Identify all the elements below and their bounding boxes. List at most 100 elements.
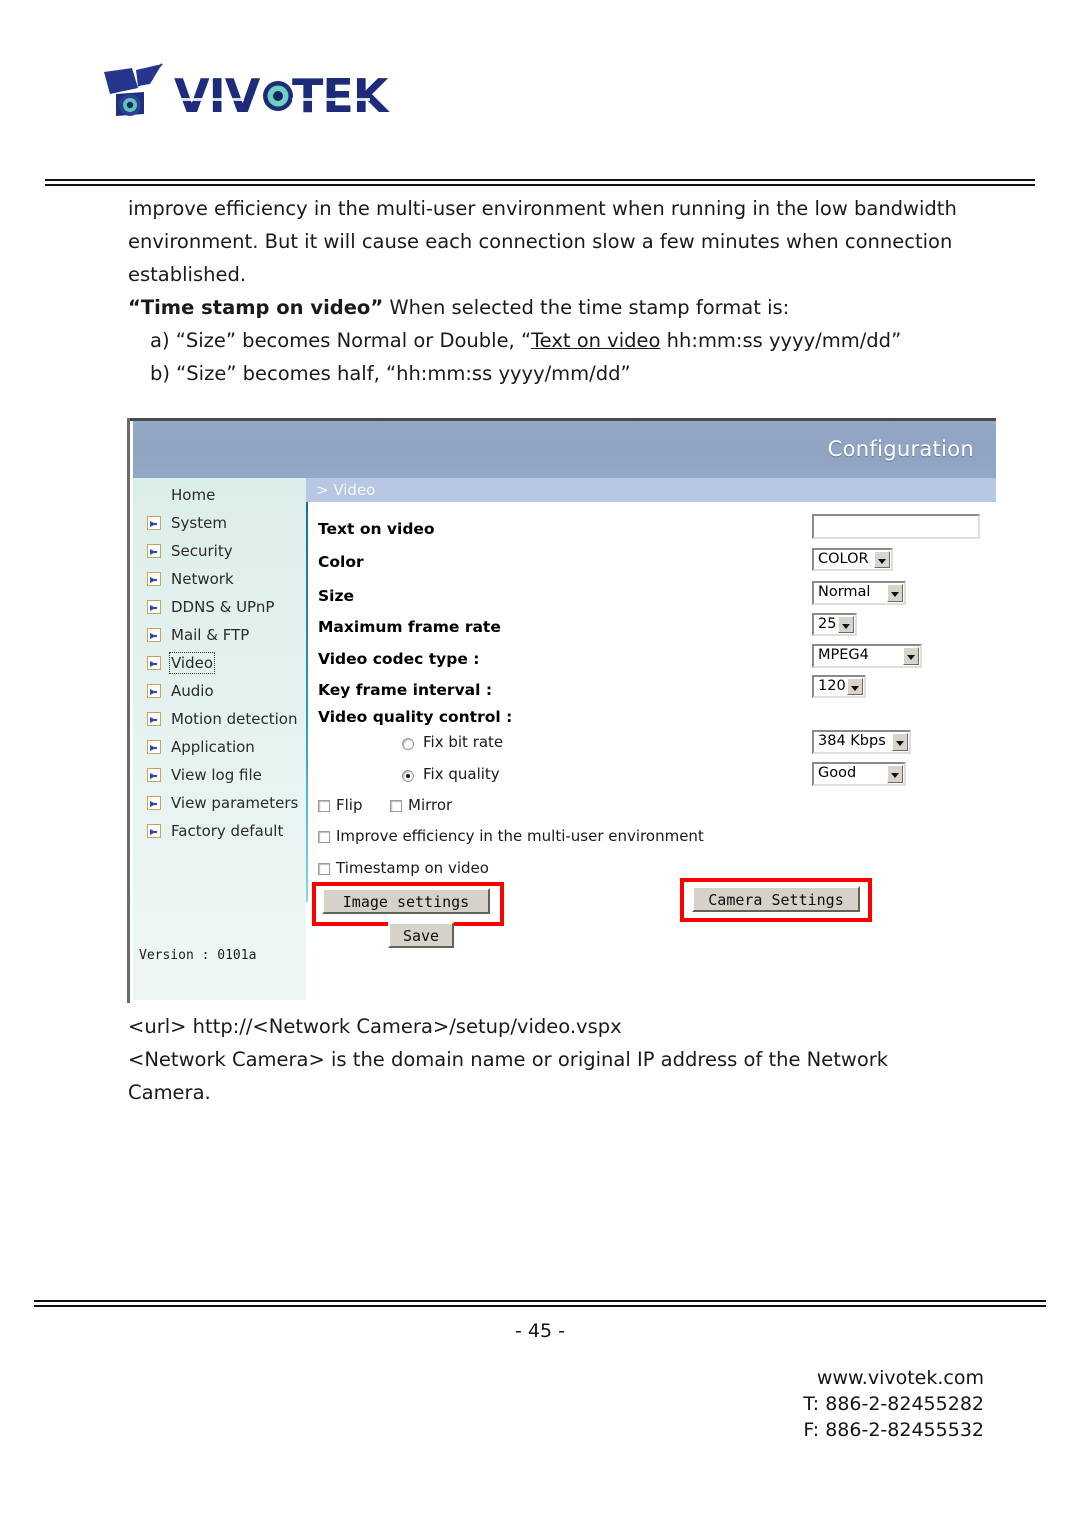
url-notes: <url> http://<Network Camera>/setup/vide… bbox=[128, 1010, 1008, 1109]
sidebar-item-label: System bbox=[171, 514, 227, 532]
arrow-right-icon bbox=[147, 516, 161, 530]
mirror-label: Mirror bbox=[408, 796, 453, 814]
mirror-checkbox[interactable] bbox=[390, 800, 402, 812]
key-frame-interval-select[interactable]: 120 bbox=[812, 675, 866, 698]
sidebar-item-label: View parameters bbox=[171, 794, 299, 812]
text-on-video-input[interactable] bbox=[812, 514, 980, 539]
sidebar-item-label: View log file bbox=[171, 766, 262, 784]
improve-efficiency-checkbox[interactable] bbox=[318, 831, 330, 843]
timestamp-on-video-checkbox[interactable] bbox=[318, 863, 330, 875]
flip-label: Flip bbox=[336, 796, 363, 814]
arrow-right-icon bbox=[147, 600, 161, 614]
footer-fax: F: 886-2-82455532 bbox=[803, 1419, 984, 1441]
image-settings-button-label: Image settings bbox=[342, 893, 470, 911]
max-frame-rate-label: Maximum frame rate bbox=[318, 618, 501, 636]
url-note-line-2: <Network Camera> is the domain name or o… bbox=[128, 1048, 889, 1071]
video-codec-type-select[interactable]: MPEG4 bbox=[812, 644, 922, 668]
page-number: - 45 - bbox=[515, 1320, 565, 1342]
arrow-right-icon bbox=[147, 684, 161, 698]
breadcrumb-bar: > Video bbox=[306, 478, 996, 502]
format-item-a-pre: a) “Size” becomes Normal or Double, “ bbox=[150, 329, 532, 352]
image-settings-button[interactable]: Image settings bbox=[322, 888, 490, 914]
video-codec-type-value: MPEG4 bbox=[818, 647, 869, 663]
size-select[interactable]: Normal bbox=[812, 581, 906, 605]
max-frame-rate-value: 25 bbox=[818, 616, 837, 632]
sidebar-item-label: Security bbox=[171, 542, 233, 560]
timestamp-on-video-label: Timestamp on video bbox=[336, 859, 489, 877]
size-label: Size bbox=[318, 587, 355, 605]
video-codec-type-label: Video codec type : bbox=[318, 650, 480, 668]
breadcrumb-label: > Video bbox=[316, 481, 376, 499]
fix-bit-rate-radio[interactable] bbox=[402, 738, 414, 750]
format-item-a: a) “Size” becomes Normal or Double, “Tex… bbox=[150, 324, 1008, 357]
chevron-down-icon[interactable] bbox=[887, 765, 903, 783]
flip-checkbox[interactable] bbox=[318, 800, 330, 812]
arrow-right-icon bbox=[147, 656, 161, 670]
header-rule-bottom bbox=[45, 184, 1035, 186]
arrow-right-icon bbox=[147, 740, 161, 754]
chevron-down-icon[interactable] bbox=[887, 584, 903, 602]
arrow-right-icon bbox=[147, 796, 161, 810]
format-item-a-post: hh:mm:ss yyyy/mm/dd” bbox=[660, 329, 902, 352]
timestamp-heading-line: “Time stamp on video” When selected the … bbox=[128, 291, 1008, 324]
paragraph-line-2: environment. But it will cause each conn… bbox=[128, 230, 953, 253]
footer-rule-top bbox=[34, 1300, 1046, 1302]
fix-bit-rate-label: Fix bit rate bbox=[423, 733, 504, 751]
video-settings-form: Text on video Color COLOR Size Normal Ma… bbox=[312, 504, 992, 974]
vivotek-logo: VIV TEK bbox=[92, 62, 452, 132]
color-select[interactable]: COLOR bbox=[812, 548, 893, 571]
fix-quality-value: Good bbox=[818, 765, 857, 781]
sidebar-item-label: Application bbox=[171, 738, 255, 756]
chevron-down-icon[interactable] bbox=[874, 551, 890, 568]
fix-bit-rate-select[interactable]: 384 Kbps bbox=[812, 730, 911, 754]
sidebar-item-label: Home bbox=[171, 486, 216, 504]
embedded-config-screenshot: Configuration > Video Home System Securi… bbox=[127, 418, 996, 1003]
fix-quality-select[interactable]: Good bbox=[812, 762, 906, 786]
url-note-line-1: <url> http://<Network Camera>/setup/vide… bbox=[128, 1015, 622, 1038]
config-sidebar: Home System Security Network DDNS & UPnP… bbox=[133, 478, 306, 1000]
footer-rule-bottom bbox=[34, 1305, 1046, 1307]
improve-efficiency-label: Improve efficiency in the multi-user env… bbox=[336, 827, 704, 845]
svg-text:TEK: TEK bbox=[292, 69, 391, 123]
chevron-down-icon[interactable] bbox=[903, 647, 919, 665]
sidebar-item-label: DDNS & UPnP bbox=[171, 598, 275, 616]
vivotek-logo-icon: VIV TEK bbox=[104, 63, 392, 123]
paragraph-line-3: established. bbox=[128, 263, 247, 286]
firmware-version-label: Version : 0101a bbox=[139, 948, 257, 963]
chevron-down-icon[interactable] bbox=[892, 733, 908, 751]
color-label: Color bbox=[318, 553, 364, 571]
sidebar-item-label: Network bbox=[171, 570, 234, 588]
chevron-down-icon[interactable] bbox=[838, 616, 854, 633]
content-divider bbox=[306, 502, 308, 902]
fix-bit-rate-value: 384 Kbps bbox=[818, 733, 886, 749]
max-frame-rate-select[interactable]: 25 bbox=[812, 613, 857, 636]
footer-website: www.vivotek.com bbox=[816, 1367, 984, 1389]
config-header-bar: Configuration bbox=[133, 421, 996, 478]
chevron-down-icon[interactable] bbox=[847, 678, 863, 695]
key-frame-interval-label: Key frame interval : bbox=[318, 681, 493, 699]
url-note-line-3: Camera. bbox=[128, 1081, 211, 1104]
header-rule-top bbox=[45, 179, 1035, 181]
format-item-b: b) “Size” becomes half, “hh:mm:ss yyyy/m… bbox=[150, 362, 631, 385]
arrow-right-icon bbox=[147, 712, 161, 726]
save-button[interactable]: Save bbox=[388, 922, 454, 948]
save-button-label: Save bbox=[402, 927, 440, 945]
arrow-right-icon bbox=[147, 544, 161, 558]
camera-settings-button[interactable]: Camera Settings bbox=[692, 886, 860, 912]
sidebar-item-label: Video bbox=[168, 652, 216, 674]
arrow-right-icon bbox=[147, 628, 161, 642]
arrow-right-icon bbox=[147, 572, 161, 586]
fix-quality-radio[interactable] bbox=[402, 770, 414, 782]
footer-contact: www.vivotek.com T: 886-2-82455282 F: 886… bbox=[803, 1365, 984, 1443]
camera-settings-button-label: Camera Settings bbox=[708, 891, 844, 909]
format-item-a-underlined: Text on video bbox=[531, 329, 661, 352]
timestamp-heading-rest: When selected the time stamp format is: bbox=[383, 296, 790, 319]
arrow-right-icon bbox=[147, 824, 161, 838]
footer-telephone: T: 886-2-82455282 bbox=[803, 1393, 984, 1415]
page-body-text: improve efficiency in the multi-user env… bbox=[128, 192, 1008, 390]
sidebar-item-label: Audio bbox=[171, 682, 214, 700]
color-select-value: COLOR bbox=[818, 551, 869, 567]
paragraph-line-1: improve efficiency in the multi-user env… bbox=[128, 197, 957, 220]
arrow-right-icon bbox=[147, 768, 161, 782]
fix-quality-label: Fix quality bbox=[423, 765, 500, 783]
